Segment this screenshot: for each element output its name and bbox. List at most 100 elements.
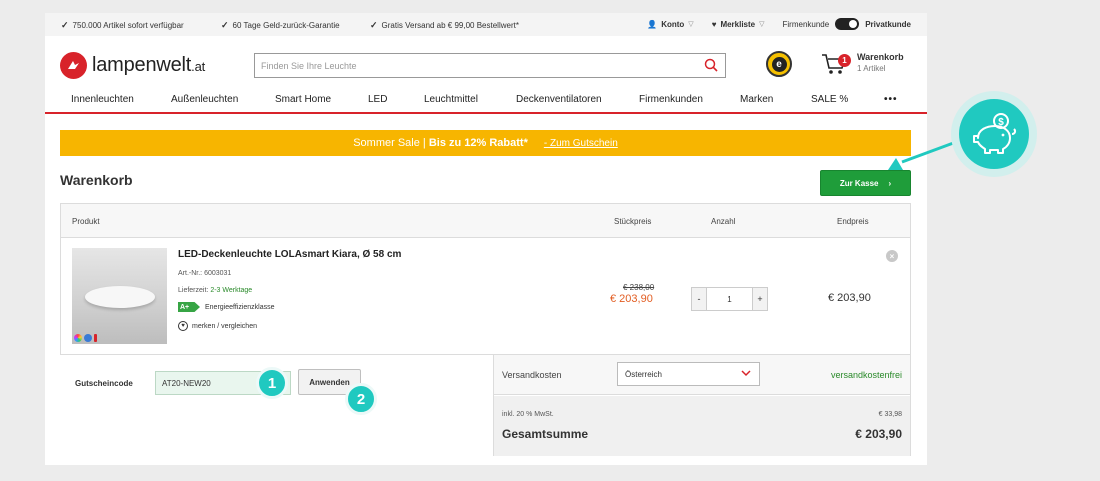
shipping-label: Versandkosten [502,370,562,380]
customer-type-switch: Firmenkunde Privatkunde [783,18,911,30]
benefit-item: ✓ 750.000 Artikel sofort verfügbar [61,20,184,31]
delivery-time: Lieferzeit: 2-3 Werktage [178,287,252,294]
nav-item-firmenkunden[interactable]: Firmenkunden [639,94,703,105]
logo-tld: .at [191,59,206,74]
original-price: € 238,00 [623,283,655,292]
heart-icon: ♥ [178,321,188,331]
sale-price: € 203,90 [610,293,653,305]
grand-total-value: € 203,90 [855,427,902,441]
trust-badge-letter: e [771,56,787,72]
voucher-link[interactable]: - Zum Gutschein [544,138,618,149]
checkout-label: Zur Kasse [839,178,879,188]
cart-item-count: 1 Artikel [857,64,886,73]
lamp-logo-icon [60,52,87,79]
decrease-button[interactable]: - [692,288,706,310]
chevron-down-icon: ▽ [759,21,765,28]
article-number: Art.-Nr.: 6003031 [178,270,231,277]
check-icon: ✓ [370,20,378,30]
logo-name: lampenwelt [92,54,192,76]
shipping-cost: versandkostenfrei [830,370,902,380]
nav-item-innenleuchten[interactable]: Innenleuchten [71,94,134,105]
banner-text: Sommer Sale | Bis zu 12% Rabatt* [353,137,528,149]
nav-item-sale[interactable]: SALE % [811,94,848,105]
business-label: Firmenkunde [782,19,830,29]
account-link[interactable]: 👤 Konto ▽ [647,20,693,29]
nav-item-aussenleuchten[interactable]: Außenleuchten [171,94,238,105]
trusted-shops-badge[interactable]: e [766,51,792,77]
private-label: Privatkunde [865,19,911,29]
vat-label: inkl. 20 % MwSt. [502,411,554,418]
rgb-icon [74,334,82,342]
cart-count-badge: 1 [838,54,851,67]
cart-icon: 1 [821,52,851,78]
delivery-value: 2-3 Werktage [210,287,253,294]
increase-button[interactable]: + [753,288,767,310]
article-number-value: 6003031 [204,270,232,277]
benefit-text: 60 Tage Geld-zurück-Garantie [232,21,340,30]
banner-text-discount: Bis zu 12% Rabatt* [428,137,528,149]
col-unit-price: Stückpreis [614,217,652,226]
app-icon [84,334,92,342]
lamp-shape [85,286,155,308]
energy-class[interactable]: A+ Energieeffizienzklasse [178,302,275,312]
mini-cart[interactable]: 1 Warenkorb 1 Artikel [821,52,904,78]
sale-banner: Sommer Sale | Bis zu 12% Rabatt* - Zum G… [60,130,911,156]
checkout-button[interactable]: Zur Kasse › [820,170,911,196]
total-row: inkl. 20 % MwSt. € 33,98 Gesamtsumme € 2… [494,396,910,456]
shipping-row: Versandkosten Österreich versandkostenfr… [494,355,910,395]
customer-type-toggle[interactable] [835,18,860,30]
step-1-marker: 1 [256,367,288,399]
product-name[interactable]: LED-Deckenleuchte LOLAsmart Kiara, Ø 58 … [178,249,401,260]
article-number-label: Art.-Nr.: [178,270,203,277]
cart-table: Produkt Stückpreis Anzahl Endpreis LED-D… [60,203,911,355]
shop-frame: ✓ 750.000 Artikel sofort verfügbar ✓ 60 … [45,13,927,465]
energy-class-label: Energieeffizienzklasse [205,303,275,311]
energy-class-badge: A+ [178,302,200,312]
delivery-label: Lieferzeit: [178,287,209,294]
cart-summary: Warenkorb 1 Artikel [857,52,904,74]
smart-features-icons [74,334,97,342]
wishlist-compare-link[interactable]: ♥ merken / vergleichen [178,321,257,331]
nav-item-leuchtmittel[interactable]: Leuchtmittel [424,94,478,105]
benefit-item: ✓ 60 Tage Geld-zurück-Garantie [221,20,340,31]
product-image[interactable] [72,248,167,344]
account-controls: 👤 Konto ▽ ♥ Merkliste ▽ Firmenkunde Priv… [647,18,911,30]
country-select[interactable]: Österreich [617,362,760,386]
quantity-input[interactable]: 1 [706,288,753,310]
wishlist-compare-label: merken / vergleichen [192,322,257,330]
vat-value: € 33,98 [878,411,902,418]
main-nav: Innenleuchten Außenleuchten Smart Home L… [45,90,927,114]
user-icon: 👤 [647,19,658,29]
nav-item-led[interactable]: LED [368,94,387,105]
logo-text: lampenwelt.at [92,54,205,77]
banner-text-prefix: Sommer Sale | [353,137,426,149]
nav-more-button[interactable]: ••• [884,94,898,105]
cart-label: Warenkorb [857,52,904,62]
account-label: Konto [661,19,685,29]
quantity-stepper: - 1 + [691,287,768,311]
toggle-knob [849,20,858,28]
col-quantity: Anzahl [711,217,736,226]
country-value: Österreich [625,369,662,379]
check-icon: ✓ [221,20,229,30]
nav-item-deckenventilatoren[interactable]: Deckenventilatoren [516,94,602,105]
search-box [254,53,726,78]
col-total: Endpreis [837,217,869,226]
logo[interactable]: lampenwelt.at [60,52,205,79]
page-title: Warenkorb [60,172,133,188]
wishlist-link[interactable]: ♥ Merkliste ▽ [712,20,765,29]
voucher-label: Gutscheincode [75,379,133,388]
search-icon[interactable] [704,58,718,77]
heart-icon: ♥ [711,19,717,29]
line-total: € 203,90 [828,292,871,304]
benefits-bar: ✓ 750.000 Artikel sofort verfügbar ✓ 60 … [45,13,927,36]
grand-total-label: Gesamtsumme [502,427,589,441]
table-header: Produkt Stückpreis Anzahl Endpreis [61,204,910,238]
nav-item-marken[interactable]: Marken [740,94,773,105]
remove-item-icon[interactable]: × [886,250,898,262]
nav-item-smart-home[interactable]: Smart Home [275,94,331,105]
step-2-marker: 2 [345,383,377,415]
benefit-text: Gratis Versand ab € 99,00 Bestellwert* [381,21,519,30]
search-input[interactable] [255,54,695,77]
wishlist-label: Merkliste [720,19,756,29]
